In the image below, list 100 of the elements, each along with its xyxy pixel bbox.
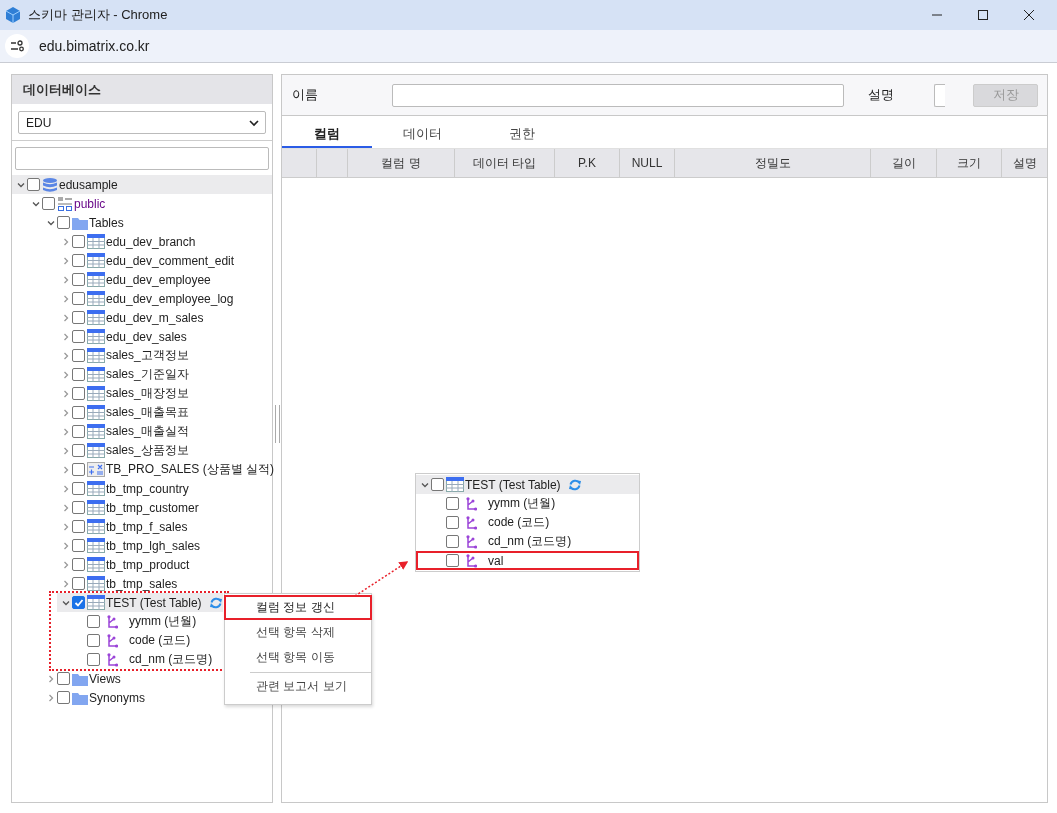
checkbox[interactable]: [446, 535, 459, 548]
tree-item-label[interactable]: cd_nm (코드명): [488, 533, 572, 550]
tree-item-label[interactable]: yymm (년월): [488, 495, 556, 512]
tree-item-label[interactable]: code (코드): [488, 514, 550, 531]
checkbox[interactable]: [57, 691, 70, 704]
tree-item-label[interactable]: edu_dev_m_sales: [106, 310, 204, 325]
tree-item-label[interactable]: edu_dev_sales: [106, 329, 187, 344]
column-header[interactable]: 정밀도: [675, 149, 871, 177]
checkbox[interactable]: [72, 577, 85, 590]
tree-item-label[interactable]: TEST (Test Table): [465, 477, 561, 492]
tree-item-label[interactable]: sales_기준일자: [106, 366, 189, 383]
tree-item-label[interactable]: sales_매출목표: [106, 404, 189, 421]
checkbox[interactable]: [446, 554, 459, 567]
expand-chevron-icon[interactable]: [62, 503, 70, 512]
checkbox[interactable]: [72, 520, 85, 533]
checkbox[interactable]: [72, 596, 85, 609]
tree-item-label[interactable]: Synonyms: [89, 690, 146, 705]
expand-chevron-icon[interactable]: [62, 332, 70, 341]
expand-chevron-icon[interactable]: [62, 560, 70, 569]
column-header[interactable]: NULL: [620, 149, 675, 177]
expand-chevron-icon[interactable]: [62, 465, 70, 474]
tree-row[interactable]: sales_매장정보: [57, 384, 272, 403]
site-settings-icon[interactable]: [5, 34, 29, 58]
tree-row[interactable]: yymm (년월): [72, 612, 223, 631]
tree-item-label[interactable]: sales_고객정보: [106, 347, 189, 364]
checkbox[interactable]: [72, 349, 85, 362]
checkbox[interactable]: [72, 311, 85, 324]
tree-row[interactable]: edu_dev_comment_edit: [57, 251, 272, 270]
expand-chevron-icon[interactable]: [62, 313, 70, 322]
expand-chevron-icon[interactable]: [62, 256, 70, 265]
checkbox[interactable]: [72, 330, 85, 343]
splitter-handle[interactable]: [274, 404, 280, 443]
menu-item[interactable]: 관련 보고서 보기: [226, 676, 370, 697]
tree-item-label[interactable]: tb_tmp_f_sales: [106, 519, 188, 534]
tree-item-label[interactable]: edu_dev_branch: [106, 234, 196, 249]
highlighted-tree-row[interactable]: TEST (Test Table): [416, 475, 639, 494]
tree-row[interactable]: public: [27, 194, 272, 213]
tree-item-label[interactable]: yymm (년월): [129, 613, 197, 630]
tree-item-label[interactable]: sales_상품정보: [106, 442, 189, 459]
tree-row[interactable]: tb_tmp_customer: [57, 498, 272, 517]
tree-row[interactable]: edu_dev_m_sales: [57, 308, 272, 327]
collapse-chevron-icon[interactable]: [32, 199, 40, 208]
expand-chevron-icon[interactable]: [62, 427, 70, 436]
checkbox[interactable]: [72, 425, 85, 438]
tree-row[interactable]: cd_nm (코드명): [72, 650, 223, 669]
maximize-icon[interactable]: [977, 9, 989, 21]
tab[interactable]: 데이터: [372, 122, 472, 148]
tree-item-label[interactable]: tb_tmp_lgh_sales: [106, 538, 201, 553]
column-header[interactable]: 설명: [1002, 149, 1047, 177]
tree-row[interactable]: edu_dev_employee_log: [57, 289, 272, 308]
refresh-icon[interactable]: [208, 595, 223, 610]
checkbox[interactable]: [72, 273, 85, 286]
tree-row[interactable]: Tables: [42, 213, 272, 232]
tree-row[interactable]: cd_nm (코드명): [431, 532, 639, 551]
tree-row[interactable]: sales_상품정보: [57, 441, 272, 460]
checkbox[interactable]: [72, 406, 85, 419]
tree-row[interactable]: tb_tmp_country: [57, 479, 272, 498]
checkbox[interactable]: [87, 615, 100, 628]
close-icon[interactable]: [1023, 9, 1035, 21]
collapse-chevron-icon[interactable]: [47, 218, 55, 227]
tree-row[interactable]: tb_tmp_sales: [57, 574, 272, 593]
expand-chevron-icon[interactable]: [62, 446, 70, 455]
tree-item-label[interactable]: edu_dev_employee_log: [106, 291, 234, 306]
highlighted-tree-row[interactable]: edusample: [12, 175, 272, 194]
tree-row[interactable]: code (코드): [72, 631, 223, 650]
checkbox[interactable]: [72, 463, 85, 476]
tree-item-label[interactable]: TEST (Test Table): [106, 595, 202, 610]
collapse-chevron-icon[interactable]: [421, 480, 429, 489]
checkbox[interactable]: [72, 254, 85, 267]
tree-item-label[interactable]: sales_매장정보: [106, 385, 189, 402]
tree-row[interactable]: yymm (년월): [431, 494, 639, 513]
highlighted-tree-row[interactable]: TEST (Test Table): [57, 593, 223, 612]
tree-row[interactable]: tb_tmp_product: [57, 555, 272, 574]
checkbox[interactable]: [72, 539, 85, 552]
checkbox[interactable]: [72, 558, 85, 571]
tree-item-label[interactable]: edu_dev_comment_edit: [106, 253, 235, 268]
expand-chevron-icon[interactable]: [62, 275, 70, 284]
tree-row[interactable]: code (코드): [431, 513, 639, 532]
tree-item-label[interactable]: sales_매출실적: [106, 423, 189, 440]
checkbox[interactable]: [87, 634, 100, 647]
tree-item-label[interactable]: tb_tmp_product: [106, 557, 190, 572]
tree-row[interactable]: tb_tmp_lgh_sales: [57, 536, 272, 555]
tree-row[interactable]: sales_고객정보: [57, 346, 272, 365]
expand-chevron-icon[interactable]: [47, 674, 55, 683]
tree-row[interactable]: sales_매출목표: [57, 403, 272, 422]
checkbox[interactable]: [72, 501, 85, 514]
expand-chevron-icon[interactable]: [62, 389, 70, 398]
tree-row[interactable]: sales_매출실적: [57, 422, 272, 441]
tree-item-label[interactable]: TB_PRO_SALES (상품별 실적): [106, 461, 275, 478]
menu-item[interactable]: 컬럼 정보 갱신: [226, 597, 370, 618]
expand-chevron-icon[interactable]: [62, 579, 70, 588]
column-header[interactable]: P.K: [555, 149, 620, 177]
tree-item-label[interactable]: code (코드): [129, 632, 191, 649]
tree-item-label[interactable]: val: [488, 553, 504, 568]
tree-item-label[interactable]: tb_tmp_country: [106, 481, 189, 496]
checkbox[interactable]: [431, 478, 444, 491]
expand-chevron-icon[interactable]: [62, 541, 70, 550]
tree-row[interactable]: edu_dev_branch: [57, 232, 272, 251]
tree-item-label[interactable]: edu_dev_employee: [106, 272, 211, 287]
checkbox[interactable]: [72, 235, 85, 248]
